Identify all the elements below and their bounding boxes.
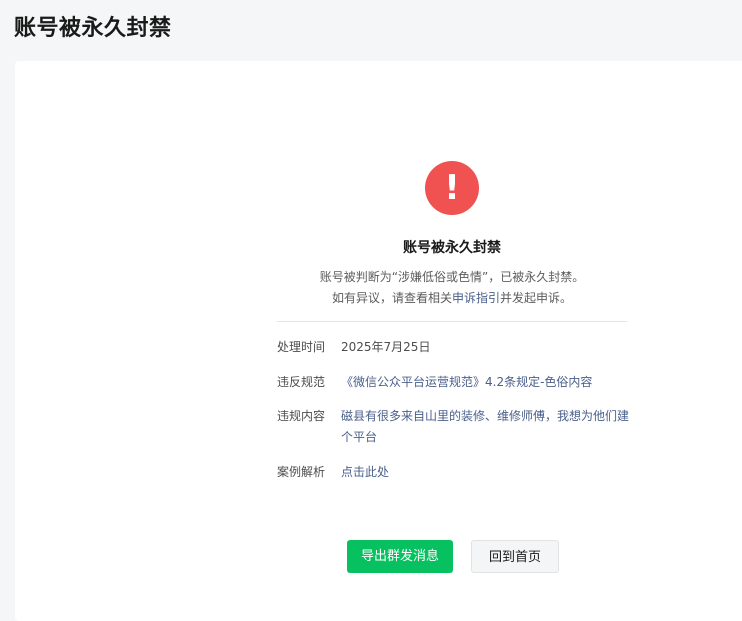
divider [277,321,627,322]
appeal-guide-link[interactable]: 申诉指引 [452,291,500,305]
ban-reason-text: 账号被判断为“涉嫌低俗或色情”，已被永久封禁。 [319,270,585,284]
ban-notice-card: ! 账号被永久封禁 账号被判断为“涉嫌低俗或色情”，已被永久封禁。 如有异议，请… [15,61,742,621]
case-analysis-link[interactable]: 点击此处 [341,462,637,483]
detail-value: 磁县有很多来自山里的装修、维修师傅，我想为他们建个平台 [341,409,630,444]
appeal-hint: 如有异议，请查看相关申诉指引并发起申诉。 [15,288,742,309]
detail-label: 违反规范 [277,375,326,389]
ban-description: 账号被判断为“涉嫌低俗或色情”，已被永久封禁。 如有异议，请查看相关申诉指引并发… [15,267,742,309]
detail-row-case: 案例解析 点击此处 [277,462,637,483]
detail-row-content: 违规内容 磁县有很多来自山里的装修、维修师傅，我想为他们建个平台 [277,406,637,448]
ban-title: 账号被永久封禁 [403,240,501,256]
exclamation-icon: ! [425,161,479,215]
detail-row-rule: 违反规范 《微信公众平台运营规范》4.2条规定-色俗内容 [277,372,637,393]
detail-value: 2025年7月25日 [341,340,431,354]
back-home-button[interactable]: 回到首页 [471,540,559,573]
appeal-hint-prefix: 如有异议，请查看相关 [331,291,452,305]
detail-label: 处理时间 [277,340,326,354]
detail-label: 违规内容 [277,409,326,423]
export-messages-button[interactable]: 导出群发消息 [347,540,453,573]
detail-value: 《微信公众平台运营规范》4.2条规定-色俗内容 [341,375,593,389]
page-title: 账号被永久封禁 [14,16,172,41]
detail-row-time: 处理时间 2025年7月25日 [277,337,637,358]
detail-label: 案例解析 [277,465,326,479]
appeal-hint-suffix: 并发起申诉。 [500,291,573,305]
